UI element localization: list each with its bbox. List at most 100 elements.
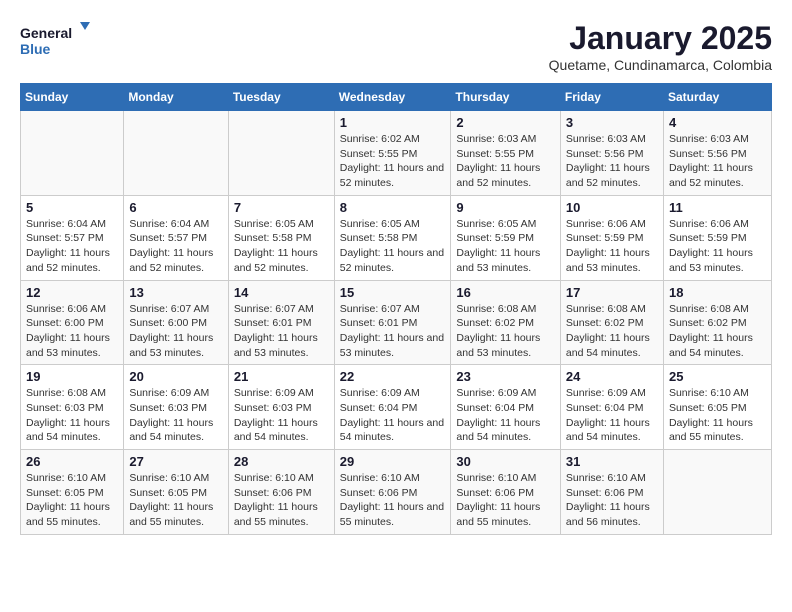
day-number: 19 [26,369,118,384]
day-number: 3 [566,115,658,130]
calendar-cell: 29 Sunrise: 6:10 AMSunset: 6:06 PMDaylig… [334,450,451,535]
calendar-cell: 27 Sunrise: 6:10 AMSunset: 6:05 PMDaylig… [124,450,229,535]
calendar-cell: 28 Sunrise: 6:10 AMSunset: 6:06 PMDaylig… [228,450,334,535]
day-number: 1 [340,115,446,130]
calendar-cell: 9 Sunrise: 6:05 AMSunset: 5:59 PMDayligh… [451,195,560,280]
calendar-header: Sunday Monday Tuesday Wednesday Thursday… [21,84,772,111]
header-friday: Friday [560,84,663,111]
day-number: 22 [340,369,446,384]
calendar-cell: 15 Sunrise: 6:07 AMSunset: 6:01 PMDaylig… [334,280,451,365]
calendar-cell: 17 Sunrise: 6:08 AMSunset: 6:02 PMDaylig… [560,280,663,365]
calendar-cell: 12 Sunrise: 6:06 AMSunset: 6:00 PMDaylig… [21,280,124,365]
day-number: 31 [566,454,658,469]
day-number: 17 [566,285,658,300]
day-number: 18 [669,285,766,300]
calendar-cell: 13 Sunrise: 6:07 AMSunset: 6:00 PMDaylig… [124,280,229,365]
calendar-cell: 3 Sunrise: 6:03 AMSunset: 5:56 PMDayligh… [560,111,663,196]
day-info: Sunrise: 6:06 AMSunset: 5:59 PMDaylight:… [566,217,658,276]
day-info: Sunrise: 6:03 AMSunset: 5:55 PMDaylight:… [456,132,554,191]
calendar-cell: 10 Sunrise: 6:06 AMSunset: 5:59 PMDaylig… [560,195,663,280]
day-number: 13 [129,285,223,300]
day-info: Sunrise: 6:09 AMSunset: 6:04 PMDaylight:… [340,386,446,445]
calendar-cell: 21 Sunrise: 6:09 AMSunset: 6:03 PMDaylig… [228,365,334,450]
calendar-cell: 14 Sunrise: 6:07 AMSunset: 6:01 PMDaylig… [228,280,334,365]
day-info: Sunrise: 6:08 AMSunset: 6:02 PMDaylight:… [566,302,658,361]
calendar-cell: 18 Sunrise: 6:08 AMSunset: 6:02 PMDaylig… [663,280,771,365]
day-info: Sunrise: 6:06 AMSunset: 6:00 PMDaylight:… [26,302,118,361]
calendar-cell: 30 Sunrise: 6:10 AMSunset: 6:06 PMDaylig… [451,450,560,535]
calendar-cell: 24 Sunrise: 6:09 AMSunset: 6:04 PMDaylig… [560,365,663,450]
day-number: 15 [340,285,446,300]
calendar-cell [663,450,771,535]
day-number: 14 [234,285,329,300]
calendar-cell: 7 Sunrise: 6:05 AMSunset: 5:58 PMDayligh… [228,195,334,280]
header-monday: Monday [124,84,229,111]
main-title: January 2025 [549,20,772,57]
day-info: Sunrise: 6:07 AMSunset: 6:01 PMDaylight:… [234,302,329,361]
day-info: Sunrise: 6:07 AMSunset: 6:00 PMDaylight:… [129,302,223,361]
day-info: Sunrise: 6:10 AMSunset: 6:06 PMDaylight:… [566,471,658,530]
calendar-cell: 25 Sunrise: 6:10 AMSunset: 6:05 PMDaylig… [663,365,771,450]
calendar-cell: 1 Sunrise: 6:02 AMSunset: 5:55 PMDayligh… [334,111,451,196]
day-number: 20 [129,369,223,384]
calendar-body: 1 Sunrise: 6:02 AMSunset: 5:55 PMDayligh… [21,111,772,535]
day-info: Sunrise: 6:04 AMSunset: 5:57 PMDaylight:… [129,217,223,276]
day-number: 2 [456,115,554,130]
day-number: 10 [566,200,658,215]
calendar-cell: 31 Sunrise: 6:10 AMSunset: 6:06 PMDaylig… [560,450,663,535]
day-info: Sunrise: 6:08 AMSunset: 6:03 PMDaylight:… [26,386,118,445]
svg-text:General: General [20,25,72,41]
day-number: 29 [340,454,446,469]
day-info: Sunrise: 6:04 AMSunset: 5:57 PMDaylight:… [26,217,118,276]
day-number: 16 [456,285,554,300]
subtitle: Quetame, Cundinamarca, Colombia [549,57,772,73]
day-number: 24 [566,369,658,384]
day-number: 28 [234,454,329,469]
day-info: Sunrise: 6:10 AMSunset: 6:05 PMDaylight:… [669,386,766,445]
calendar-table: Sunday Monday Tuesday Wednesday Thursday… [20,83,772,535]
day-number: 30 [456,454,554,469]
calendar-cell: 22 Sunrise: 6:09 AMSunset: 6:04 PMDaylig… [334,365,451,450]
day-number: 12 [26,285,118,300]
day-info: Sunrise: 6:08 AMSunset: 6:02 PMDaylight:… [456,302,554,361]
day-info: Sunrise: 6:10 AMSunset: 6:06 PMDaylight:… [234,471,329,530]
calendar-cell: 19 Sunrise: 6:08 AMSunset: 6:03 PMDaylig… [21,365,124,450]
day-number: 9 [456,200,554,215]
day-info: Sunrise: 6:02 AMSunset: 5:55 PMDaylight:… [340,132,446,191]
calendar-week-5: 26 Sunrise: 6:10 AMSunset: 6:05 PMDaylig… [21,450,772,535]
day-number: 26 [26,454,118,469]
day-number: 7 [234,200,329,215]
calendar-cell: 11 Sunrise: 6:06 AMSunset: 5:59 PMDaylig… [663,195,771,280]
svg-text:Blue: Blue [20,41,51,57]
header-sunday: Sunday [21,84,124,111]
day-info: Sunrise: 6:03 AMSunset: 5:56 PMDaylight:… [566,132,658,191]
calendar-cell: 4 Sunrise: 6:03 AMSunset: 5:56 PMDayligh… [663,111,771,196]
day-info: Sunrise: 6:03 AMSunset: 5:56 PMDaylight:… [669,132,766,191]
logo-svg: General Blue [20,20,90,60]
header-saturday: Saturday [663,84,771,111]
header-wednesday: Wednesday [334,84,451,111]
day-info: Sunrise: 6:05 AMSunset: 5:58 PMDaylight:… [234,217,329,276]
calendar-cell [21,111,124,196]
day-number: 6 [129,200,223,215]
day-info: Sunrise: 6:05 AMSunset: 5:58 PMDaylight:… [340,217,446,276]
day-info: Sunrise: 6:09 AMSunset: 6:03 PMDaylight:… [129,386,223,445]
day-info: Sunrise: 6:08 AMSunset: 6:02 PMDaylight:… [669,302,766,361]
calendar-cell: 20 Sunrise: 6:09 AMSunset: 6:03 PMDaylig… [124,365,229,450]
calendar-cell: 26 Sunrise: 6:10 AMSunset: 6:05 PMDaylig… [21,450,124,535]
calendar-cell [124,111,229,196]
day-number: 27 [129,454,223,469]
day-info: Sunrise: 6:10 AMSunset: 6:06 PMDaylight:… [340,471,446,530]
day-number: 4 [669,115,766,130]
calendar-cell: 5 Sunrise: 6:04 AMSunset: 5:57 PMDayligh… [21,195,124,280]
page-header: General Blue January 2025 Quetame, Cundi… [20,20,772,73]
day-info: Sunrise: 6:09 AMSunset: 6:04 PMDaylight:… [456,386,554,445]
calendar-cell: 6 Sunrise: 6:04 AMSunset: 5:57 PMDayligh… [124,195,229,280]
calendar-cell: 16 Sunrise: 6:08 AMSunset: 6:02 PMDaylig… [451,280,560,365]
logo: General Blue [20,20,90,60]
calendar-cell: 23 Sunrise: 6:09 AMSunset: 6:04 PMDaylig… [451,365,560,450]
calendar-week-1: 1 Sunrise: 6:02 AMSunset: 5:55 PMDayligh… [21,111,772,196]
title-section: January 2025 Quetame, Cundinamarca, Colo… [549,20,772,73]
calendar-cell [228,111,334,196]
day-info: Sunrise: 6:06 AMSunset: 5:59 PMDaylight:… [669,217,766,276]
